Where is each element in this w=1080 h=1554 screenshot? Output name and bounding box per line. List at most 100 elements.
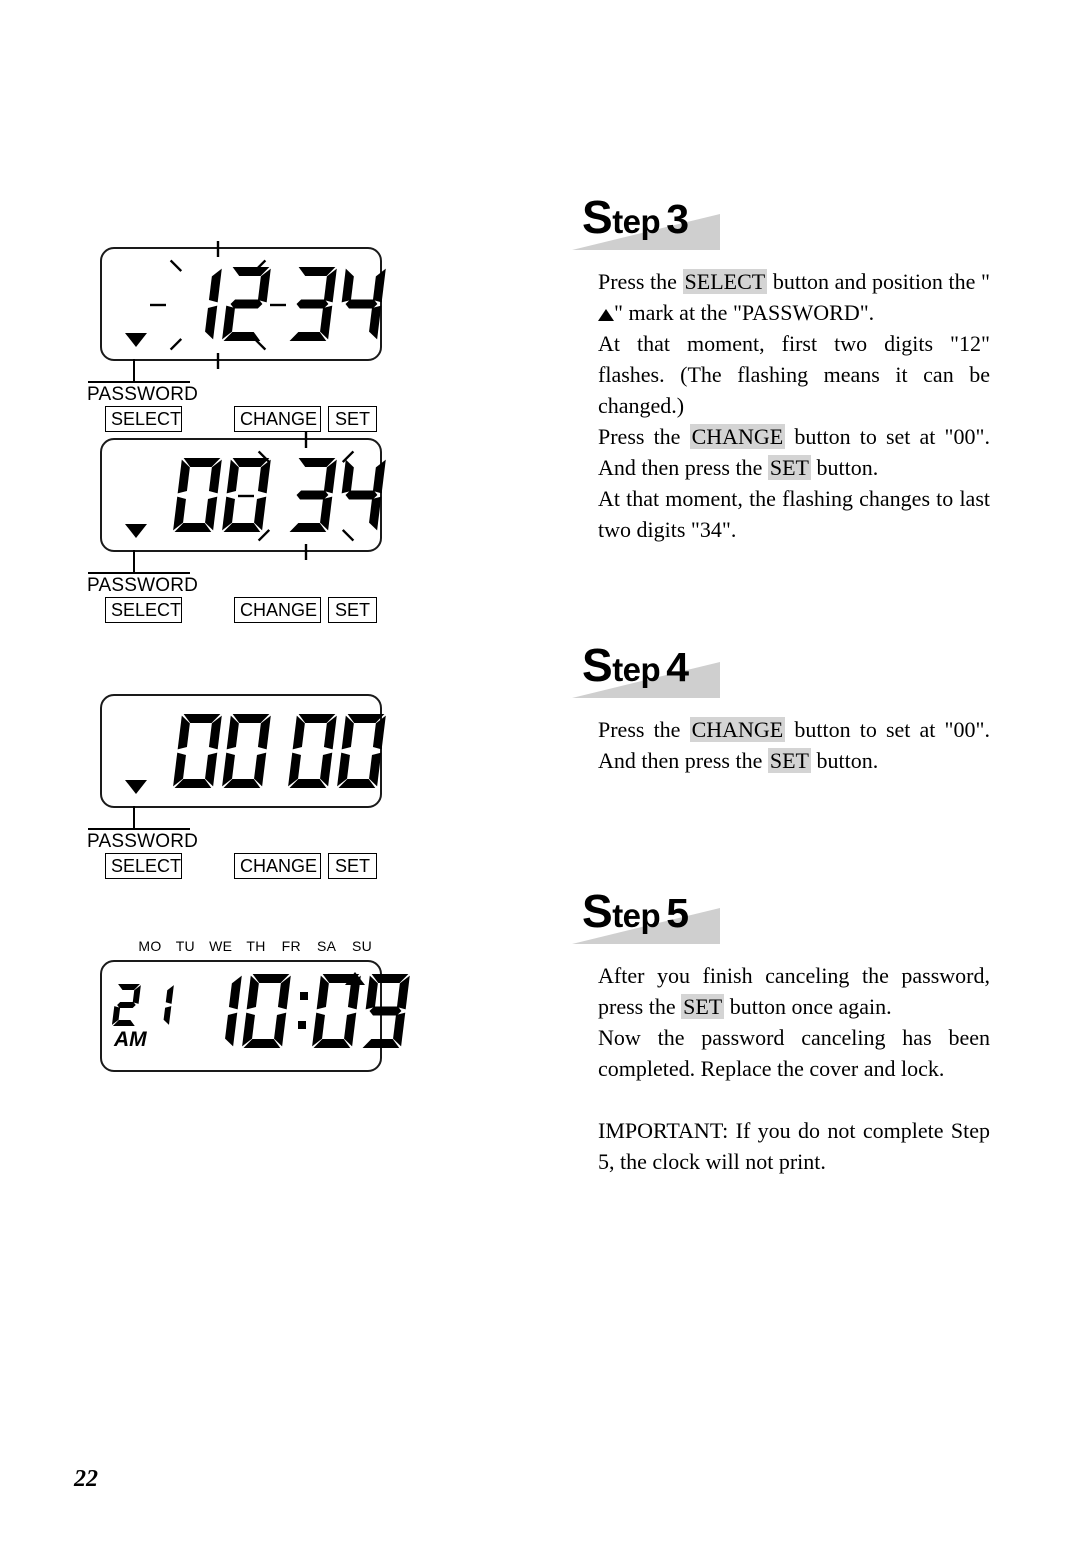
button-row: SELECT CHANGE SET bbox=[100, 597, 400, 623]
step-number: 4 bbox=[666, 644, 689, 690]
paragraph: Press the CHANGE button to set at "00". … bbox=[598, 424, 990, 480]
seven-segment-digit bbox=[289, 267, 337, 341]
paragraph: At that moment, first two digits "12" fl… bbox=[598, 331, 990, 418]
seven-segment-digit bbox=[222, 714, 271, 788]
step-word-s: S bbox=[582, 191, 613, 243]
inline-button-name: CHANGE bbox=[689, 717, 786, 742]
seven-segment-digit bbox=[173, 458, 222, 532]
lcd-panel bbox=[100, 241, 386, 369]
weekday-tu: TU bbox=[175, 938, 195, 954]
password-pointer-icon bbox=[125, 333, 147, 347]
seven-segment-digit bbox=[198, 974, 242, 1048]
up-triangle-icon bbox=[598, 309, 614, 321]
password-label: PASSWORD bbox=[87, 575, 199, 596]
seven-segment-digit bbox=[341, 267, 386, 341]
inline-button-name: CHANGE bbox=[689, 424, 786, 449]
seven-segment-digit bbox=[242, 974, 291, 1048]
button-row: SELECT CHANGE SET bbox=[100, 406, 400, 432]
lcd-day-digits bbox=[111, 984, 174, 1026]
pointer-connector-horizontal bbox=[88, 381, 190, 383]
paragraph: IMPORTANT: If you do not complete Step 5… bbox=[598, 1118, 990, 1174]
step-word-tep: tep bbox=[612, 651, 661, 688]
inline-button-name: SET bbox=[767, 748, 811, 773]
button-row: SELECT CHANGE SET bbox=[100, 853, 400, 879]
lcd-figure-step3-after: PASSWORD SELECT CHANGE SET bbox=[87, 432, 400, 623]
weekday-strip: MO TU WE TH FR SA SU bbox=[136, 938, 376, 954]
page-number: 22 bbox=[74, 1466, 98, 1492]
weekday-th: TH bbox=[246, 938, 266, 954]
lcd-panel: AM bbox=[100, 960, 410, 1072]
step-5-body: After you finish canceling the password,… bbox=[598, 960, 990, 1177]
weekday-mo: MO bbox=[138, 938, 162, 954]
paragraph: Now the password canceling has been comp… bbox=[598, 1025, 990, 1081]
manual-page: PASSWORD SELECT CHANGE SET PASSWORD SELE… bbox=[0, 0, 1080, 1554]
lcd-panel bbox=[100, 432, 386, 560]
weekday-sa: SA bbox=[317, 938, 337, 954]
seven-segment-digit bbox=[288, 714, 337, 788]
change-button[interactable]: CHANGE bbox=[234, 597, 321, 623]
step-number: 3 bbox=[666, 196, 689, 242]
change-button[interactable]: CHANGE bbox=[234, 406, 321, 432]
pointer-connector-vertical bbox=[133, 806, 135, 830]
seven-segment-digit bbox=[312, 974, 361, 1048]
set-button[interactable]: SET bbox=[328, 406, 377, 432]
ampm-indicator: AM bbox=[114, 1028, 147, 1051]
step-3-body: Press the SELECT button and position the… bbox=[598, 266, 990, 545]
seven-segment-digit bbox=[178, 267, 222, 341]
lcd-figure-step4-result: PASSWORD SELECT CHANGE SET bbox=[87, 694, 400, 879]
weekday-we: WE bbox=[209, 938, 233, 954]
lcd-digits bbox=[178, 267, 386, 341]
step-4-body: Press the CHANGE button to set at "00". … bbox=[598, 714, 990, 776]
inline-button-name: SELECT bbox=[682, 269, 768, 294]
weekday-pointer-icon bbox=[345, 972, 365, 985]
colon-separator bbox=[291, 974, 317, 1048]
lcd-figure-step3-before: PASSWORD SELECT CHANGE SET bbox=[87, 241, 400, 432]
pointer-connector-horizontal bbox=[88, 828, 190, 830]
inline-button-name: SET bbox=[681, 994, 725, 1019]
set-button[interactable]: SET bbox=[328, 853, 377, 879]
step-title: Step 5 bbox=[582, 884, 689, 938]
paragraph: After you finish canceling the password,… bbox=[598, 963, 990, 1019]
seven-segment-digit bbox=[222, 267, 271, 341]
seven-segment-digit bbox=[341, 458, 386, 532]
step-4-heading: Step 4 bbox=[570, 638, 870, 700]
step-title: Step 4 bbox=[582, 638, 689, 692]
step-word-s: S bbox=[582, 885, 613, 937]
lcd-digits bbox=[173, 458, 386, 532]
pointer-connector-vertical bbox=[133, 359, 135, 383]
seven-segment-digit bbox=[173, 714, 222, 788]
set-button[interactable]: SET bbox=[328, 597, 377, 623]
lcd-digits bbox=[173, 714, 386, 788]
seven-segment-digit bbox=[111, 984, 141, 1026]
select-button[interactable]: SELECT bbox=[105, 406, 182, 432]
step-5-heading: Step 5 bbox=[570, 884, 870, 946]
password-label: PASSWORD bbox=[87, 384, 199, 405]
step-word-tep: tep bbox=[612, 897, 661, 934]
weekday-su: SU bbox=[351, 938, 372, 954]
select-button[interactable]: SELECT bbox=[105, 597, 182, 623]
step-word-s: S bbox=[582, 639, 613, 691]
paragraph: Press the CHANGE button to set at "00". … bbox=[598, 717, 990, 773]
paragraph: Press the SELECT button and position the… bbox=[598, 269, 990, 325]
pointer-connector-vertical bbox=[133, 550, 135, 574]
select-button[interactable]: SELECT bbox=[105, 853, 182, 879]
step-title: Step 3 bbox=[582, 190, 689, 244]
password-pointer-icon bbox=[125, 524, 147, 538]
seven-segment-digit bbox=[289, 458, 337, 532]
seven-segment-digit bbox=[147, 984, 174, 1026]
weekday-fr: FR bbox=[281, 938, 301, 954]
step-3-heading: Step 3 bbox=[570, 190, 870, 252]
inline-button-name: SET bbox=[767, 455, 811, 480]
seven-segment-digit bbox=[222, 458, 271, 532]
paragraph: At that moment, the flashing changes to … bbox=[598, 486, 990, 542]
lcd-time-digits bbox=[198, 974, 410, 1048]
seven-segment-digit bbox=[337, 714, 386, 788]
change-button[interactable]: CHANGE bbox=[234, 853, 321, 879]
step-word-tep: tep bbox=[612, 203, 661, 240]
password-pointer-icon bbox=[125, 780, 147, 794]
password-label: PASSWORD bbox=[87, 831, 199, 852]
lcd-panel bbox=[100, 694, 386, 808]
step-number: 5 bbox=[666, 890, 689, 936]
seven-segment-digit bbox=[362, 974, 410, 1048]
pointer-connector-horizontal bbox=[88, 572, 190, 574]
